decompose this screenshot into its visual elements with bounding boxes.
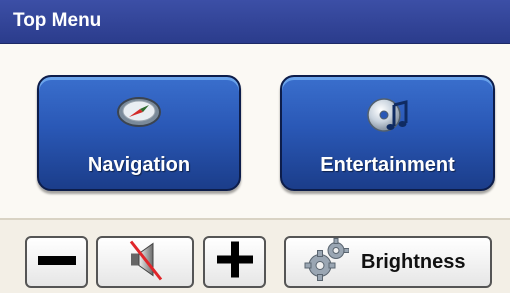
bottom-toolbar: Brightness <box>0 218 510 293</box>
gears-icon <box>303 238 350 287</box>
speaker-muted-icon <box>123 238 167 287</box>
entertainment-button[interactable]: Entertainment <box>280 75 495 191</box>
plus-icon <box>216 241 253 283</box>
title-bar: Top Menu <box>0 0 510 44</box>
navigation-label: Navigation <box>87 154 191 176</box>
brightness-label: Brightness <box>361 251 466 273</box>
main-menu-area: Navigation Entertainment <box>0 44 510 218</box>
volume-down-button[interactable] <box>25 236 88 288</box>
music-cd-icon <box>366 95 410 140</box>
minus-icon <box>37 253 76 271</box>
entertainment-label: Entertainment <box>320 154 455 176</box>
mute-button[interactable] <box>96 236 194 288</box>
volume-up-button[interactable] <box>203 236 266 288</box>
page-title: Top Menu <box>13 10 102 31</box>
brightness-button[interactable]: Brightness <box>284 236 492 288</box>
navigation-button[interactable]: Navigation <box>37 75 241 191</box>
compass-icon <box>115 95 163 134</box>
